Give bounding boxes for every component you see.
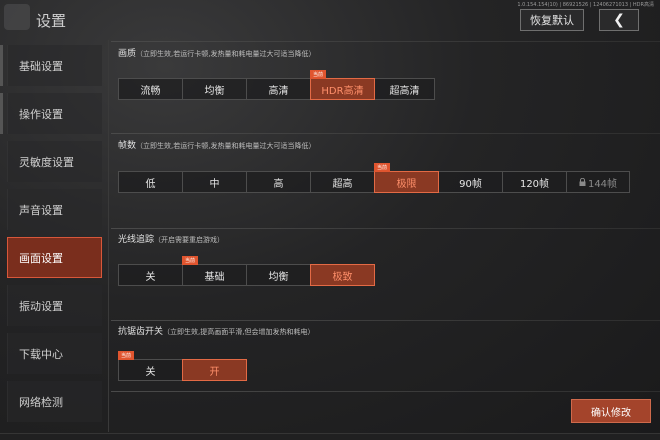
quality-option-hd[interactable]: 高清 [246,78,311,100]
framerate-option-low[interactable]: 低 [118,171,183,193]
raytracing-note: （开启需要重启游戏） [154,236,225,244]
sidebar-item-sound[interactable]: 声音设置 [7,189,102,230]
version-info: 1.0.154.154(10) | 86921526 | 12406271013… [517,2,654,8]
raytracing-section-title: 光线追踪（开启需要重启游戏） [118,232,224,245]
framerate-option-120fps[interactable]: 120帧 [502,171,567,193]
framerate-option-extreme[interactable]: 当前 极限 [374,163,439,193]
antialias-section-title: 抗锯齿开关（立即生效,提高画面平滑,但会增加发热和耗电） [118,324,314,337]
divider [111,391,660,392]
back-button[interactable]: ❮ [599,9,639,31]
sidebar-item-sensitivity[interactable]: 灵敏度设置 [7,141,102,182]
sidebar: 基础设置 操作设置 灵敏度设置 声音设置 画面设置 振动设置 下载中心 网络检测 [0,40,108,430]
sidebar-item-label: 声音设置 [19,203,63,217]
quality-note: （立即生效,若运行卡顿,发热量和耗电量过大可适当降低） [136,50,316,58]
framerate-option-144fps[interactable]: 144帧 [566,171,630,193]
confirm-changes-button[interactable]: 确认修改 [571,399,651,423]
framerate-section-title: 帧数（立即生效,若运行卡顿,发热量和耗电量过大可适当降低） [118,138,315,151]
sidebar-item-label: 灵敏度设置 [19,155,74,169]
sidebar-item-downloads[interactable]: 下载中心 [7,333,102,374]
sidebar-item-label: 振动设置 [19,299,63,313]
quality-selector: 流畅 均衡 高清 当前 HDR高清 超高清 [118,70,435,100]
antialias-note: （立即生效,提高画面平滑,但会增加发热和耗电） [163,328,315,336]
quality-option-ultra[interactable]: 超高清 [374,78,435,100]
sidebar-item-graphics[interactable]: 画面设置 [7,237,102,278]
raytracing-option-balanced[interactable]: 均衡 [246,264,311,286]
antialias-title: 抗锯齿开关 [118,327,164,337]
lock-icon [579,177,586,186]
framerate-option-high[interactable]: 高 [246,171,311,193]
sidebar-edge [0,93,3,134]
reset-default-button[interactable]: 恢复默认 [520,9,584,31]
antialias-selector: 当前 关 开 [118,351,247,381]
back-arrow-icon: ❮ [613,12,625,28]
quality-title: 画质 [118,49,137,59]
raytracing-selector: 关 当前 基础 均衡 极致 [118,256,375,286]
sidebar-edge [0,45,3,86]
sidebar-item-label: 画面设置 [19,251,63,265]
sidebar-item-label: 下载中心 [19,347,63,361]
footer-bar [0,433,660,440]
divider [111,41,660,42]
raytracing-title: 光线追踪 [118,235,155,245]
header: 设置 1.0.154.154(10) | 86921526 | 12406271… [0,0,660,40]
logo-icon [4,4,30,30]
raytracing-option-off[interactable]: 关 [118,264,183,286]
framerate-note: （立即生效,若运行卡顿,发热量和耗电量过大可适当降低） [136,142,316,150]
quality-section-title: 画质（立即生效,若运行卡顿,发热量和耗电量过大可适当降低） [118,46,315,59]
framerate-selector: 低 中 高 超高 当前 极限 90帧 120帧 144帧 [118,163,630,193]
raytracing-option-basic[interactable]: 当前 基础 [182,256,247,286]
sidebar-item-label: 操作设置 [19,107,63,121]
quality-option-hdr[interactable]: 当前 HDR高清 [310,70,375,100]
sidebar-divider [108,40,109,432]
page-title: 设置 [36,12,67,30]
sidebar-item-basic[interactable]: 基础设置 [7,45,102,86]
current-badge: 当前 [118,351,135,360]
current-badge: 当前 [374,163,391,172]
current-badge: 当前 [310,70,327,79]
sidebar-item-network[interactable]: 网络检测 [7,381,102,422]
divider [111,228,660,229]
framerate-option-medium[interactable]: 中 [182,171,247,193]
sidebar-item-label: 网络检测 [19,395,63,409]
current-badge: 当前 [182,256,199,265]
antialias-option-off[interactable]: 当前 关 [118,351,183,381]
sidebar-item-controls[interactable]: 操作设置 [7,93,102,134]
quality-option-smooth[interactable]: 流畅 [118,78,183,100]
raytracing-option-extreme[interactable]: 极致 [310,264,375,286]
divider [111,320,660,321]
antialias-option-on[interactable]: 开 [182,359,247,381]
framerate-option-ultra[interactable]: 超高 [310,171,375,193]
framerate-option-90fps[interactable]: 90帧 [438,171,503,193]
quality-option-balanced[interactable]: 均衡 [182,78,247,100]
framerate-title: 帧数 [118,141,137,151]
sidebar-item-label: 基础设置 [19,59,63,73]
divider [111,133,660,134]
sidebar-item-vibration[interactable]: 振动设置 [7,285,102,326]
